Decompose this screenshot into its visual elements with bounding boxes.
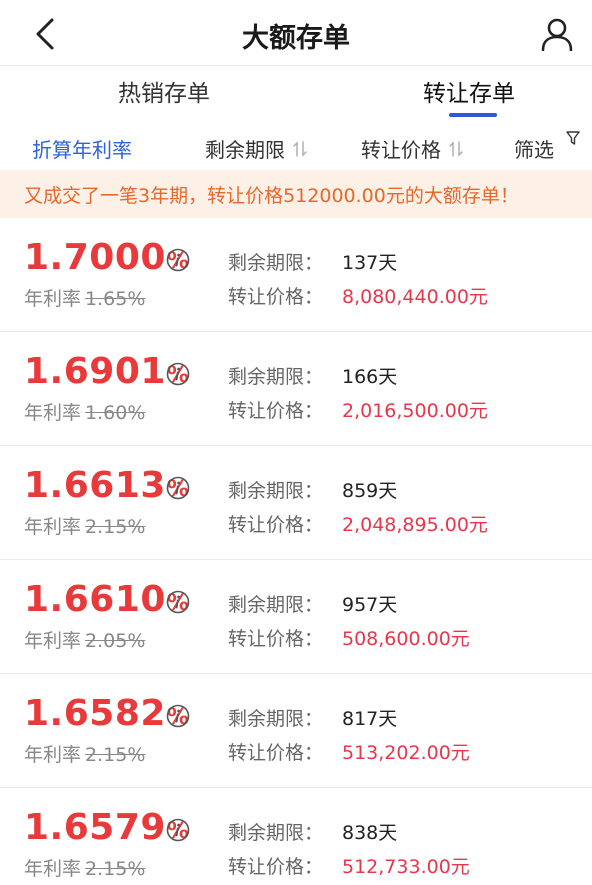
remaining-term-value: 957天 bbox=[342, 594, 398, 616]
sort-by-price-label: 转让价格 bbox=[361, 138, 441, 162]
rate-value: 1.7000 bbox=[24, 237, 166, 278]
year-rate-label: 年利率 bbox=[24, 288, 82, 310]
transfer-price-label: 转让价格： bbox=[228, 628, 324, 650]
sort-by-rate-label: 折算年利率 bbox=[32, 138, 132, 162]
info-icon[interactable] bbox=[166, 248, 190, 272]
remaining-term-value: 166天 bbox=[342, 366, 398, 388]
info-icon[interactable] bbox=[166, 476, 190, 500]
info-icon[interactable] bbox=[166, 590, 190, 614]
original-rate: 年利率 1.65% bbox=[24, 284, 145, 311]
rate-value: 1.6613 bbox=[24, 465, 166, 506]
remaining-term-value: 859天 bbox=[342, 480, 398, 502]
transfer-price-label: 转让价格： bbox=[228, 400, 324, 422]
list-item[interactable]: 1.7000 % 年利率1.65% 剩余期限： 137天 转让价格： 8,080… bbox=[0, 218, 592, 332]
chevron-left-icon bbox=[36, 18, 54, 50]
sort-by-rate[interactable]: 折算年利率 bbox=[32, 134, 132, 163]
converted-rate: 1.7000 % bbox=[24, 238, 189, 278]
rate-value: 1.6901 bbox=[24, 351, 166, 392]
list-item[interactable]: 1.6610 % 年利率2.05% 剩余期限： 957天 转让价格： 508,6… bbox=[0, 560, 592, 674]
transfer-price-value: 513,202.00元 bbox=[342, 742, 470, 764]
transfer-price-value: 512,733.00元 bbox=[342, 856, 470, 878]
transfer-price-label: 转让价格： bbox=[228, 514, 324, 536]
trade-notice-banner: 又成交了一笔3年期，转让价格512000.00元的大额存单！ bbox=[0, 170, 592, 218]
tab-hot-deposits[interactable]: 热销存单 bbox=[118, 74, 210, 108]
info-icon[interactable] bbox=[166, 704, 190, 728]
list-item[interactable]: 1.6613 % 年利率2.15% 剩余期限： 859天 转让价格： 2,048… bbox=[0, 446, 592, 560]
remaining-term-label: 剩余期限： bbox=[228, 708, 324, 730]
original-rate-value: 1.65% bbox=[85, 288, 146, 310]
year-rate-label: 年利率 bbox=[24, 402, 82, 424]
remaining-term-label: 剩余期限： bbox=[228, 366, 324, 388]
user-icon bbox=[541, 18, 573, 51]
year-rate-label: 年利率 bbox=[24, 858, 82, 880]
converted-rate: 1.6613 % bbox=[24, 466, 189, 506]
sort-arrows-icon bbox=[449, 140, 463, 158]
filter-funnel-icon[interactable] bbox=[566, 130, 580, 146]
info-icon[interactable] bbox=[166, 362, 190, 386]
remaining-term-label: 剩余期限： bbox=[228, 822, 324, 844]
rate-value: 1.6610 bbox=[24, 579, 166, 620]
sort-bar: 折算年利率 剩余期限 转让价格 筛选 bbox=[0, 120, 592, 170]
list-item[interactable]: 1.6582 % 年利率2.15% 剩余期限： 817天 转让价格： 513,2… bbox=[0, 674, 592, 788]
transfer-price-value: 2,016,500.00元 bbox=[342, 400, 488, 422]
transfer-price-label: 转让价格： bbox=[228, 856, 324, 878]
page-title: 大额存单 bbox=[242, 23, 350, 54]
converted-rate: 1.6901 % bbox=[24, 352, 189, 392]
original-rate: 年利率 2.15% bbox=[24, 854, 145, 881]
original-rate-value: 2.05% bbox=[85, 630, 146, 652]
sort-by-price[interactable]: 转让价格 bbox=[361, 134, 463, 163]
transfer-price-value: 508,600.00元 bbox=[342, 628, 470, 650]
original-rate-value: 2.15% bbox=[85, 744, 146, 766]
transfer-price-value: 8,080,440.00元 bbox=[342, 286, 488, 308]
sort-by-term[interactable]: 剩余期限 bbox=[205, 134, 307, 163]
remaining-term-value: 137天 bbox=[342, 252, 398, 274]
remaining-term-label: 剩余期限： bbox=[228, 480, 324, 502]
year-rate-label: 年利率 bbox=[24, 516, 82, 538]
info-icon[interactable] bbox=[166, 818, 190, 842]
tab-transfer-deposits[interactable]: 转让存单 bbox=[423, 74, 515, 108]
original-rate: 年利率 1.60% bbox=[24, 398, 145, 425]
converted-rate: 1.6579 % bbox=[24, 808, 189, 848]
list-item[interactable]: 1.6579 % 年利率2.15% 剩余期限： 838天 转让价格： 512,7… bbox=[0, 788, 592, 885]
year-rate-label: 年利率 bbox=[24, 630, 82, 652]
remaining-term-label: 剩余期限： bbox=[228, 594, 324, 616]
remaining-term-label: 剩余期限： bbox=[228, 252, 324, 274]
remaining-term-value: 838天 bbox=[342, 822, 398, 844]
active-tab-indicator bbox=[449, 113, 497, 117]
original-rate: 年利率 2.15% bbox=[24, 740, 145, 767]
transfer-price-label: 转让价格： bbox=[228, 286, 324, 308]
rate-value: 1.6579 bbox=[24, 807, 166, 848]
converted-rate: 1.6610 % bbox=[24, 580, 189, 620]
filter-label: 筛选 bbox=[514, 138, 554, 162]
original-rate: 年利率 2.15% bbox=[24, 512, 145, 539]
list-item[interactable]: 1.6901 % 年利率1.60% 剩余期限： 166天 转让价格： 2,016… bbox=[0, 332, 592, 446]
back-button[interactable] bbox=[28, 16, 62, 52]
converted-rate: 1.6582 % bbox=[24, 694, 189, 734]
trade-notice-text: 又成交了一笔3年期，转让价格512000.00元的大额存单！ bbox=[24, 185, 519, 207]
top-nav-bar: 大额存单 bbox=[0, 0, 592, 66]
original-rate: 年利率 2.05% bbox=[24, 626, 145, 653]
sort-arrows-icon bbox=[293, 140, 307, 158]
original-rate-value: 2.15% bbox=[85, 516, 146, 538]
rate-value: 1.6582 bbox=[24, 693, 166, 734]
transfer-price-value: 2,048,895.00元 bbox=[342, 514, 488, 536]
deposit-tabs: 热销存单 转让存单 bbox=[0, 66, 592, 120]
user-profile-button[interactable] bbox=[538, 15, 576, 53]
year-rate-label: 年利率 bbox=[24, 744, 82, 766]
original-rate-value: 1.60% bbox=[85, 402, 146, 424]
original-rate-value: 2.15% bbox=[85, 858, 146, 880]
transfer-price-label: 转让价格： bbox=[228, 742, 324, 764]
remaining-term-value: 817天 bbox=[342, 708, 398, 730]
filter-button[interactable]: 筛选 bbox=[514, 134, 554, 163]
sort-by-term-label: 剩余期限 bbox=[205, 138, 285, 162]
